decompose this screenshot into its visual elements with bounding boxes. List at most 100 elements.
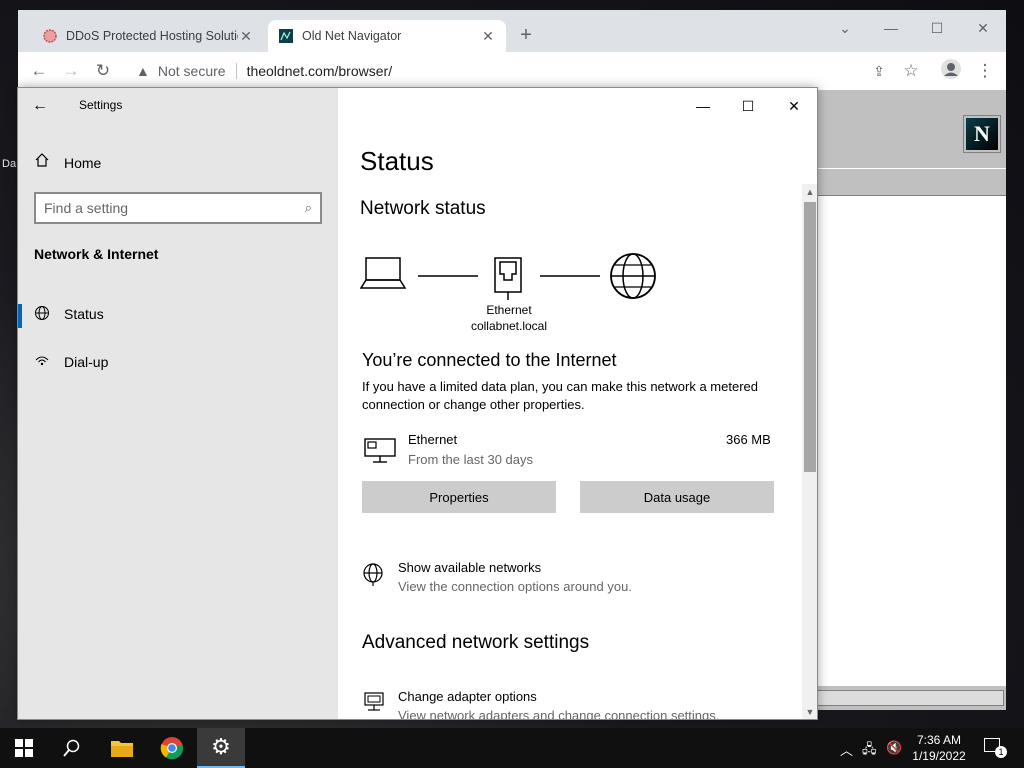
scroll-thumb[interactable] — [804, 202, 816, 472]
chrome-button[interactable] — [148, 728, 196, 768]
tab-title: DDoS Protected Hosting Solutions — [66, 29, 238, 43]
page-content — [798, 196, 1006, 686]
connection-name: Ethernet — [408, 432, 458, 447]
clock[interactable]: 7:36 AM 1/19/2022 — [904, 732, 974, 764]
maximize-icon[interactable]: ☐ — [922, 16, 952, 40]
ethernet-adapter-icon — [364, 438, 396, 463]
home-icon — [34, 152, 64, 173]
settings-sidebar: ← Settings Home ⌕ Network & Internet Sta… — [18, 88, 338, 719]
search-input[interactable] — [44, 200, 305, 216]
scroll-down-icon[interactable]: ▼ — [802, 704, 817, 719]
adapter-name: Ethernet — [486, 303, 532, 317]
browser-toolbar: ← → ↻ ▲ Not secure theoldnet.com/browser… — [18, 52, 1006, 90]
settings-window: ← Settings Home ⌕ Network & Internet Sta… — [17, 87, 818, 720]
search-button[interactable] — [48, 728, 96, 768]
minimize-icon[interactable]: — — [876, 16, 906, 40]
section-heading: Network status — [360, 198, 486, 219]
settings-content: — ☐ ✕ Status Network status Ethernet col… — [338, 88, 817, 720]
tab-old-net-navigator[interactable]: Old Net Navigator ✕ — [268, 20, 506, 52]
desktop-icon-label[interactable]: Da — [2, 158, 16, 170]
tab-strip: DDoS Protected Hosting Solutions ✕ Old N… — [18, 10, 1006, 52]
tab-title: Old Net Navigator — [302, 29, 402, 43]
chrome-icon — [160, 737, 184, 760]
minimize-icon[interactable]: — — [686, 92, 720, 120]
close-tab-icon[interactable]: ✕ — [238, 28, 254, 45]
search-icon[interactable]: ⌕ — [305, 200, 312, 216]
vertical-scrollbar[interactable]: ▲ ▼ — [802, 184, 817, 719]
sidebar-item-status[interactable]: Status — [18, 294, 338, 334]
network-name: collabnet.local — [470, 319, 548, 333]
horizontal-scrollbar[interactable] — [798, 690, 1004, 706]
sidebar-item-dialup[interactable]: Dial-up — [18, 342, 338, 382]
notifications-icon[interactable]: 1 — [984, 738, 1007, 758]
favicon-icon — [43, 29, 57, 43]
share-icon[interactable]: ⇪ — [866, 58, 892, 84]
close-tab-icon[interactable]: ✕ — [480, 28, 496, 45]
volume-muted-icon[interactable]: 🔇 — [886, 740, 902, 756]
clock-time: 7:36 AM — [916, 733, 962, 747]
link-title: Show available networks — [398, 560, 542, 575]
profile-avatar-icon[interactable] — [938, 58, 964, 84]
adapter-label: Ethernet collabnet.local — [449, 302, 569, 334]
search-icon — [63, 739, 80, 757]
section-heading: Advanced network settings — [362, 632, 590, 653]
security-status[interactable]: Not secure — [158, 63, 226, 79]
ethernet-port-icon — [494, 257, 522, 300]
show-hidden-icons-icon[interactable]: ︿ — [840, 740, 853, 759]
change-adapter-options-link[interactable]: Change adapter options View network adap… — [362, 689, 720, 720]
close-icon[interactable]: ✕ — [777, 92, 811, 120]
file-explorer-button[interactable] — [98, 728, 146, 768]
notification-count: 1 — [995, 746, 1007, 758]
page-toolbar — [798, 168, 1006, 196]
adapter-options-icon — [362, 689, 398, 719]
show-networks-link[interactable]: Show available networks View the connect… — [362, 560, 632, 594]
new-tab-icon[interactable]: + — [514, 24, 538, 48]
link-title: Change adapter options — [398, 689, 537, 704]
laptop-icon — [360, 257, 407, 289]
properties-button[interactable]: Properties — [362, 481, 556, 513]
url-text[interactable]: theoldnet.com/browser/ — [247, 63, 393, 79]
settings-taskbar-button[interactable]: ⚙ — [197, 728, 245, 768]
scroll-up-icon[interactable]: ▲ — [802, 184, 817, 200]
network-tray-icon[interactable]: 🖧 — [862, 740, 877, 762]
globe-icon — [34, 305, 64, 324]
connection-period: From the last 30 days — [408, 452, 533, 467]
taskbar: ⚙ ︿ 🖧 🔇 7:36 AM 1/19/2022 1 — [0, 728, 1024, 768]
tab-ddos[interactable]: DDoS Protected Hosting Solutions ✕ — [32, 20, 264, 52]
favicon-icon — [279, 29, 293, 43]
page-title: Status — [360, 146, 434, 176]
back-icon[interactable]: ← — [26, 58, 52, 84]
bookmark-star-icon[interactable]: ☆ — [898, 58, 924, 84]
sidebar-item-label: Dial-up — [64, 354, 109, 370]
maximize-icon[interactable]: ☐ — [731, 92, 765, 120]
link-subtitle: View the connection options around you. — [398, 579, 632, 594]
windows-logo-icon — [15, 739, 33, 757]
dialup-icon — [34, 353, 64, 372]
start-button[interactable] — [0, 728, 48, 768]
nav-home[interactable]: Home — [34, 152, 101, 173]
sidebar-item-label: Status — [64, 306, 104, 322]
forward-icon[interactable]: → — [58, 58, 84, 84]
metered-description: If you have a limited data plan, you can… — [362, 379, 758, 412]
warning-icon[interactable]: ▲ — [136, 63, 150, 79]
clock-date: 1/19/2022 — [912, 749, 966, 763]
folder-icon — [111, 741, 133, 757]
nav-home-label: Home — [64, 154, 102, 171]
data-used: 366 MB — [726, 432, 771, 447]
gear-icon: ⚙ — [211, 734, 231, 759]
tab-search-icon[interactable]: ⌄ — [830, 16, 860, 40]
reload-icon[interactable]: ↻ — [90, 58, 116, 84]
divider — [235, 63, 237, 79]
netscape-logo[interactable]: N — [963, 115, 1001, 153]
data-usage-button[interactable]: Data usage — [580, 481, 774, 513]
close-window-icon[interactable]: ✕ — [968, 16, 998, 40]
settings-search[interactable]: ⌕ — [34, 192, 322, 224]
menu-kebab-icon[interactable]: ⋮ — [972, 58, 998, 84]
section-heading: Network & Internet — [34, 246, 159, 262]
internet-globe-icon — [610, 253, 656, 299]
connection-heading: You’re connected to the Internet — [362, 350, 617, 370]
globe-network-icon — [362, 560, 398, 594]
back-arrow-icon[interactable]: ← — [32, 94, 52, 118]
address-bar[interactable]: ▲ Not secure theoldnet.com/browser/ — [126, 57, 886, 85]
link-subtitle: View network adapters and change connect… — [398, 708, 720, 720]
